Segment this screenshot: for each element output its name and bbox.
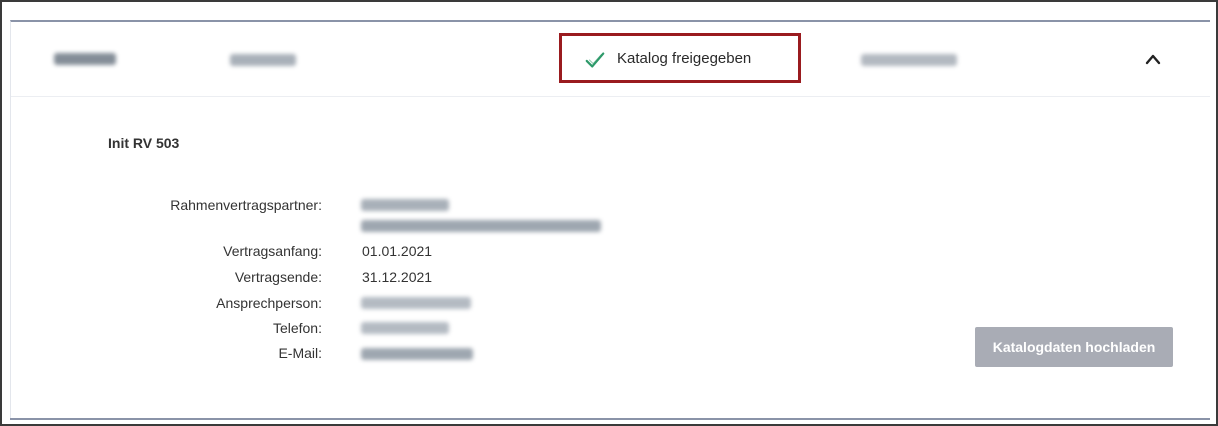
redacted-contact xyxy=(361,297,471,309)
status-label: Katalog freigegeben xyxy=(617,50,752,67)
chevron-up-icon[interactable] xyxy=(1144,52,1162,66)
phone-label: Telefon: xyxy=(272,320,322,336)
check-icon xyxy=(585,52,605,68)
redacted-partner-name xyxy=(861,54,957,66)
end-label: Vertragsende: xyxy=(234,269,322,285)
end-value: 31.12.2021 xyxy=(362,269,433,285)
email-label: E-Mail: xyxy=(278,345,322,361)
redacted-partner-line1 xyxy=(361,199,449,211)
redacted-catalog-id xyxy=(54,53,116,65)
start-label: Vertragsanfang: xyxy=(223,243,322,259)
status-highlight: Katalog freigegeben xyxy=(559,33,801,83)
redacted-partner-line2 xyxy=(361,220,601,232)
section-title: Init RV 503 xyxy=(108,135,180,151)
start-value: 01.01.2021 xyxy=(362,243,433,259)
redacted-phone xyxy=(361,322,449,334)
redacted-email xyxy=(361,348,473,360)
partner-label: Rahmenvertragspartner: xyxy=(170,197,322,213)
upload-catalog-button[interactable]: Katalogdaten hochladen xyxy=(975,327,1173,367)
contact-label: Ansprechperson: xyxy=(216,295,322,311)
redacted-catalog-date xyxy=(230,54,296,66)
catalog-card: Katalog freigegeben Init RV 503 Rahmenve… xyxy=(10,20,1210,420)
card-bottom-border xyxy=(10,418,1210,420)
catalog-card-header[interactable]: Katalog freigegeben xyxy=(11,22,1210,97)
